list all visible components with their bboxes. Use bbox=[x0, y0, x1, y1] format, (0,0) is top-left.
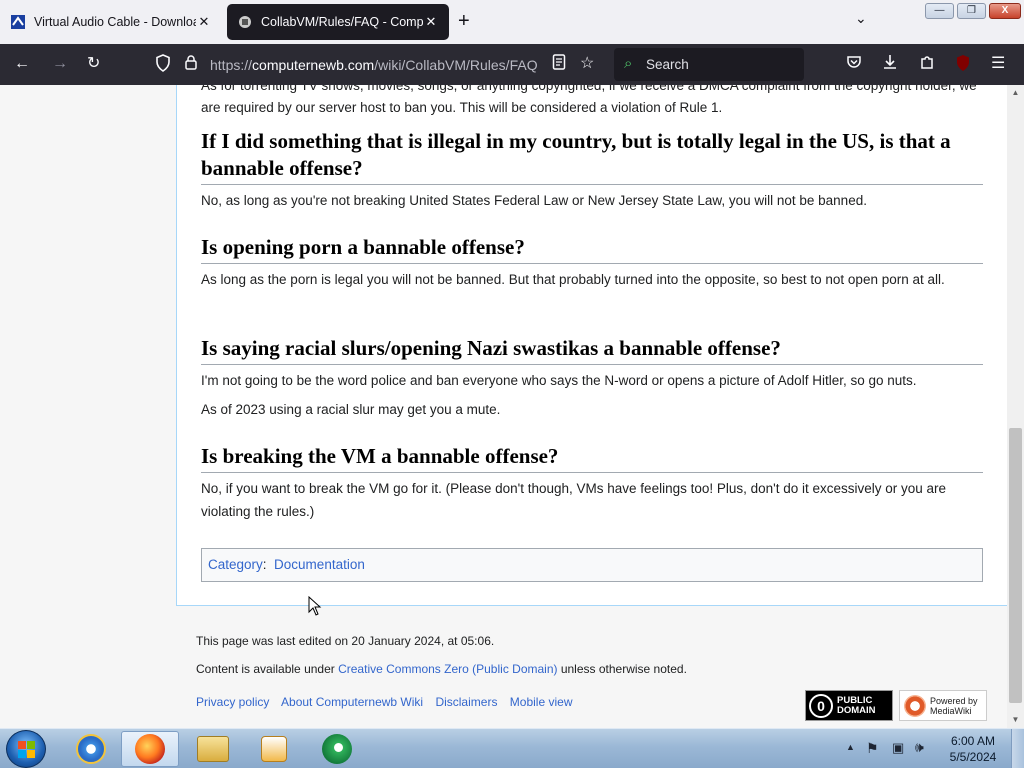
volume-icon[interactable]: 🕪 bbox=[915, 739, 924, 756]
page-scrollbar[interactable]: ▲ ▼ bbox=[1007, 85, 1024, 728]
powered-by-mediawiki-badge[interactable]: Powered by MediaWiki bbox=[899, 690, 987, 721]
mediawiki-logo-icon bbox=[904, 694, 926, 717]
app-icon bbox=[322, 734, 352, 764]
license-link[interactable]: Creative Commons Zero (Public Domain) bbox=[338, 662, 557, 676]
window-close-button[interactable]: X bbox=[989, 3, 1021, 19]
mw-badge-line2: MediaWiki bbox=[930, 705, 972, 716]
footer-links: Privacy policy About Computernewb Wiki D… bbox=[196, 695, 582, 709]
cut-off-paragraph: As for torrenting TV shows, movies, song… bbox=[201, 85, 977, 115]
taskbar-internet-explorer[interactable] bbox=[62, 731, 120, 767]
windows-logo-icon bbox=[18, 741, 36, 759]
section-paragraph: As of 2023 using a racial slur may get y… bbox=[201, 402, 501, 417]
back-arrow-icon[interactable]: ← bbox=[14, 54, 30, 74]
forward-arrow-icon[interactable]: → bbox=[52, 54, 68, 74]
extensions-puzzle-icon[interactable] bbox=[919, 54, 935, 76]
pocket-icon[interactable] bbox=[846, 54, 862, 76]
license-suffix: unless otherwise noted. bbox=[557, 662, 687, 676]
section-paragraph: I'm not going to be the word police and … bbox=[201, 373, 917, 388]
url-domain: computernewb.com bbox=[252, 57, 375, 73]
bookmark-star-icon[interactable]: ☆ bbox=[580, 54, 594, 74]
section-heading-racial-slurs: Is saying racial slurs/opening Nazi swas… bbox=[201, 335, 983, 365]
section-heading-illegal-in-country: If I did something that is illegal in my… bbox=[201, 128, 983, 185]
section-paragraph: As long as the porn is legal you will no… bbox=[201, 272, 945, 287]
mw-badge-line1: Powered by bbox=[930, 695, 978, 706]
taskbar-media-player[interactable] bbox=[245, 731, 303, 767]
footer-link-privacy-policy[interactable]: Privacy policy bbox=[196, 695, 269, 709]
taskbar-app[interactable] bbox=[308, 731, 366, 767]
section-paragraph: No, as long as you're not breaking Unite… bbox=[201, 193, 867, 208]
media-player-icon bbox=[261, 736, 287, 762]
url-bar[interactable]: https://computernewb.com/wiki/CollabVM/R… bbox=[210, 57, 538, 73]
section-paragraph: No, if you want to break the VM go for i… bbox=[201, 481, 947, 519]
tab-collabvm-faq[interactable]: CollabVM/Rules/FAQ - Computernewb Wiki ✕ bbox=[227, 4, 449, 40]
downloads-icon[interactable] bbox=[882, 54, 898, 76]
wiki-favicon-icon bbox=[237, 14, 253, 30]
footer-link-disclaimers[interactable]: Disclaimers bbox=[435, 695, 497, 709]
reload-icon[interactable]: ↻ bbox=[87, 54, 100, 74]
scroll-up-arrow-icon[interactable]: ▲ bbox=[1007, 85, 1024, 101]
clock-time: 6:00 AM bbox=[950, 734, 996, 748]
tab-title: Virtual Audio Cable - Download bbox=[34, 15, 196, 29]
hamburger-menu-icon[interactable]: ☰ bbox=[991, 54, 1005, 74]
window-maximize-button[interactable]: ❐ bbox=[957, 3, 986, 19]
window-minimize-button[interactable]: — bbox=[925, 3, 954, 19]
tab-title: CollabVM/Rules/FAQ - Computernewb Wiki bbox=[261, 15, 423, 29]
category-label-link[interactable]: Category bbox=[208, 557, 263, 572]
category-documentation-link[interactable]: Documentation bbox=[274, 557, 365, 572]
tab-close-icon[interactable]: ✕ bbox=[196, 14, 212, 30]
clock-date: 5/5/2024 bbox=[949, 750, 997, 764]
page-viewport: As for torrenting TV shows, movies, song… bbox=[0, 85, 1007, 728]
lock-icon[interactable] bbox=[184, 54, 198, 76]
system-clock[interactable]: 6:00 AM 5/5/2024 bbox=[940, 733, 1006, 765]
scrollbar-thumb[interactable] bbox=[1009, 428, 1022, 703]
tab-virtual-audio-cable[interactable]: Virtual Audio Cable - Download ✕ bbox=[0, 4, 222, 40]
search-placeholder: Search bbox=[646, 57, 689, 72]
action-center-flag-icon[interactable]: ⚑ bbox=[866, 740, 879, 757]
url-path: /wiki/CollabVM/Rules/FAQ bbox=[374, 57, 538, 73]
url-protocol: https:// bbox=[210, 57, 253, 73]
show-hidden-icons-arrow-icon[interactable]: ▲ bbox=[846, 742, 855, 752]
firefox-icon bbox=[135, 734, 165, 764]
taskbar-windows-explorer[interactable] bbox=[184, 731, 242, 767]
reader-view-icon[interactable] bbox=[552, 54, 566, 76]
tab-close-icon[interactable]: ✕ bbox=[423, 14, 439, 30]
vac-favicon-icon bbox=[10, 14, 26, 30]
navigation-toolbar: ← → ↻ https://computernewb.com/wiki/Coll… bbox=[0, 44, 1024, 105]
network-icon[interactable]: ▣ bbox=[892, 740, 904, 756]
license-text: Content is available under Creative Comm… bbox=[196, 662, 687, 676]
windows-taskbar: ▲ ⚑ ▣ 🕪 6:00 AM 5/5/2024 bbox=[0, 728, 1024, 768]
last-edited-text: This page was last edited on 20 January … bbox=[196, 634, 495, 648]
start-button[interactable] bbox=[6, 730, 46, 768]
pd-badge-line2: DOMAIN bbox=[837, 704, 876, 716]
show-desktop-button[interactable] bbox=[1011, 729, 1024, 768]
ublock-origin-icon[interactable] bbox=[955, 54, 971, 78]
taskbar-firefox[interactable] bbox=[121, 731, 179, 767]
section-heading-porn: Is opening porn a bannable offense? bbox=[201, 234, 983, 264]
search-icon: ⌕ bbox=[624, 55, 633, 72]
footer-link-about[interactable]: About Computernewb Wiki bbox=[281, 695, 423, 709]
internet-explorer-icon bbox=[76, 734, 106, 764]
public-domain-badge[interactable]: 0 PUBLIC DOMAIN bbox=[805, 690, 893, 721]
footer-link-mobile-view[interactable]: Mobile view bbox=[510, 695, 573, 709]
category-links-box: Category: Documentation bbox=[201, 548, 983, 582]
folder-icon bbox=[197, 736, 229, 762]
new-tab-button[interactable]: + bbox=[458, 10, 470, 32]
tracking-protection-shield-icon[interactable] bbox=[155, 54, 171, 78]
section-heading-breaking-vm: Is breaking the VM a bannable offense? bbox=[201, 443, 983, 473]
article-content: As for torrenting TV shows, movies, song… bbox=[176, 85, 1007, 606]
public-domain-zero-icon: 0 bbox=[809, 693, 833, 718]
tab-strip: Virtual Audio Cable - Download ✕ CollabV… bbox=[0, 0, 1024, 44]
search-input[interactable]: ⌕ Search bbox=[614, 48, 804, 81]
scroll-down-arrow-icon[interactable]: ▼ bbox=[1007, 712, 1024, 728]
list-all-tabs-chevron-icon[interactable]: ⌄ bbox=[855, 10, 867, 27]
mouse-cursor-icon bbox=[308, 596, 322, 616]
license-prefix: Content is available under bbox=[196, 662, 339, 676]
